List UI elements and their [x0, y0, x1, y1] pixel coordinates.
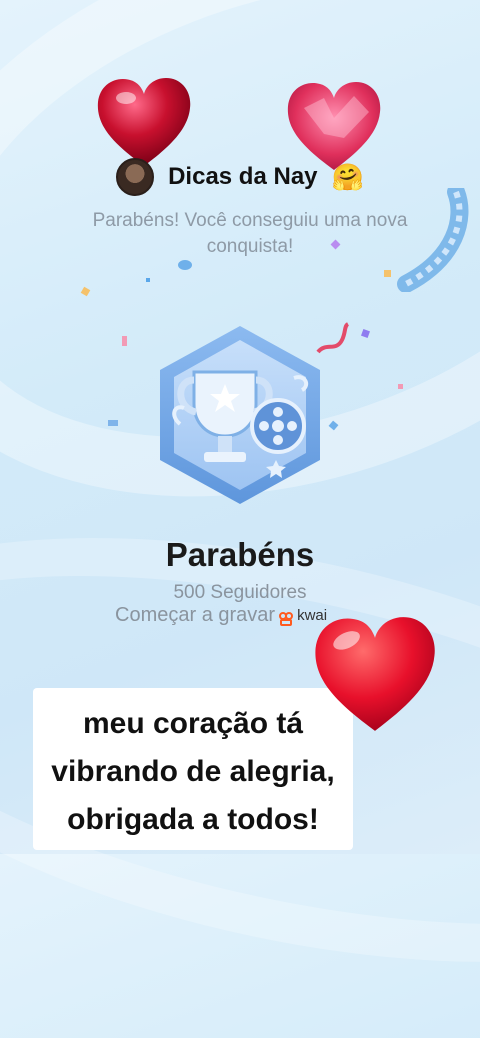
message-line: conquista!	[206, 236, 294, 257]
message-line: Parabéns! Você conseguiu uma nova	[92, 210, 408, 231]
profile-name: Dicas da Nay	[168, 163, 318, 190]
avatar[interactable]	[116, 158, 155, 196]
followers-count: 500 Seguidores	[173, 582, 307, 603]
confetti	[398, 384, 403, 389]
kwai-logo-icon	[279, 609, 294, 626]
heart-sticker-icon	[97, 78, 191, 166]
confetti	[384, 270, 391, 277]
caption-line: meu coração tá	[82, 707, 304, 740]
red-heart-icon	[315, 617, 435, 731]
caption-text: meu coração tá vibrando de alegria, obri…	[33, 700, 353, 844]
start-recording-link[interactable]: Começar a gravar kwai	[115, 604, 327, 627]
achievement-badge	[140, 320, 340, 510]
confetti	[122, 336, 127, 346]
caption-line: vibrando de alegria,	[51, 755, 335, 788]
start-recording-label: Começar a gravar	[115, 604, 276, 626]
caption-line: obrigada a todos!	[67, 803, 319, 836]
confetti	[178, 260, 192, 270]
achievement-title: Parabéns	[165, 536, 315, 573]
achievement-message: Parabéns! Você conseguiu uma nova conqui…	[60, 208, 440, 260]
hug-emoji-icon: 🤗	[331, 161, 364, 192]
confetti	[146, 278, 150, 282]
confetti	[108, 420, 118, 426]
film-strip-icon	[397, 188, 469, 292]
